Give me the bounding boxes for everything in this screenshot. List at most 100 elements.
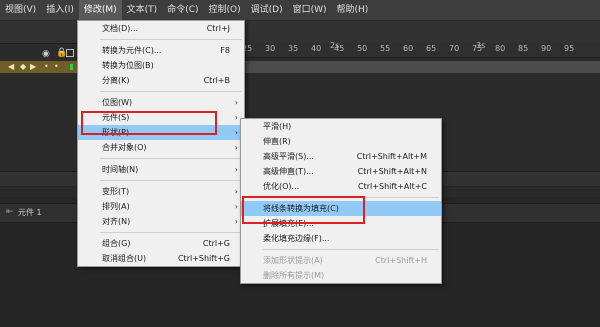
menu-item[interactable]: 位图(W) › [78, 95, 244, 110]
menu-control[interactable]: 控制(O) [204, 0, 246, 20]
frame-ruler[interactable]: 25 30 35 40 45 50 55 60 65 70 75 80 85 9… [240, 43, 600, 58]
menu-item-label: 文档(D)... [102, 24, 139, 33]
menu-item-label: 高级伸直(T)... [263, 167, 314, 176]
menu-item-label: 合并对象(O) [102, 143, 147, 152]
menu-separator [100, 232, 242, 233]
menu-window[interactable]: 窗口(W) [288, 0, 332, 20]
menu-item[interactable]: 优化(O)... Ctrl+Shift+Alt+C [241, 179, 441, 194]
menu-item[interactable]: 转换为元件(C)... F8 [78, 43, 244, 58]
menu-separator [263, 197, 439, 198]
chevron-right-icon: › [234, 98, 238, 107]
menu-item[interactable]: 时间轴(N) › [78, 162, 244, 177]
menu-item[interactable]: 转换为位图(B) [78, 58, 244, 73]
ruler-label: 90 [541, 44, 552, 53]
menu-text[interactable]: 文本(T) [122, 0, 163, 20]
ruler-label: 65 [426, 44, 437, 53]
layer-next-icon: ▶ [30, 62, 37, 71]
menu-item-label: 伸直(R) [263, 137, 291, 146]
menu-item[interactable]: 排列(A) › [78, 199, 244, 214]
menu-item-label: 变形(T) [102, 187, 130, 196]
chevron-right-icon: › [234, 217, 238, 226]
layer-frames[interactable] [240, 61, 600, 73]
ruler-label: 30 [265, 44, 276, 53]
menu-item-label: 添加形状提示(A) [263, 256, 323, 265]
ruler-label: 70 [449, 44, 460, 53]
menu-item[interactable]: 对齐(N) › [78, 214, 244, 229]
ruler-label: 95 [564, 44, 575, 53]
menu-item[interactable]: 伸直(R) [241, 134, 441, 149]
menu-item-shortcut: Ctrl+B [203, 76, 230, 85]
menu-item[interactable]: 组合(G) Ctrl+G [78, 236, 244, 251]
menu-item-shortcut: Ctrl+Shift+G [177, 254, 230, 263]
menu-separator [100, 180, 242, 181]
layer-dot-icon: • [44, 62, 49, 71]
menubar: 视图(V) 插入(I) 修改(M) 文本(T) 命令(C) 控制(O) 调试(D… [0, 0, 600, 21]
menu-separator [100, 158, 242, 159]
menu-modify[interactable]: 修改(M) [78, 0, 122, 20]
menu-help[interactable]: 帮助(H) [332, 0, 374, 20]
menu-item[interactable]: 取消组合(U) Ctrl+Shift+G [78, 251, 244, 266]
chevron-right-icon: › [234, 113, 238, 122]
menu-separator [100, 39, 242, 40]
ruler-label: 35 [288, 44, 299, 53]
outline-icon[interactable] [66, 49, 74, 57]
menu-item-label: 排列(A) [102, 202, 130, 211]
menu-item-label: 删除所有提示(M) [263, 271, 325, 280]
modify-menu: 文档(D)... Ctrl+J 转换为元件(C)... F8 转换为位图(B) 分离(K)… [77, 20, 245, 267]
scene-breadcrumb[interactable]: 元件 1 [18, 207, 42, 218]
menu-item[interactable]: 形状(P) › [78, 125, 244, 140]
menu-item[interactable]: 合并对象(O) › [78, 140, 244, 155]
menu-item-label: 平滑(H) [263, 122, 292, 131]
menu-item-label: 柔化填充边缘(F)... [263, 234, 330, 243]
menu-item-shortcut: Ctrl+Shift+Alt+N [357, 167, 427, 176]
menu-item[interactable]: 扩展填充(E)... [241, 216, 441, 231]
ruler-seconds-label: 3s [476, 41, 486, 50]
ruler-label: 85 [518, 44, 529, 53]
menu-item-label: 位图(W) [102, 98, 133, 107]
chevron-right-icon: › [234, 202, 238, 211]
menu-item-shortcut: Ctrl+Shift+Alt+C [358, 182, 427, 191]
menu-item-label: 优化(O)... [263, 182, 300, 191]
menu-item[interactable]: 高级平滑(S)... Ctrl+Shift+Alt+M [241, 149, 441, 164]
menu-debug[interactable]: 调试(D) [246, 0, 288, 20]
menu-item-label: 将线条转换为填充(C) [263, 204, 339, 213]
ruler-label: 40 [311, 44, 322, 53]
menu-item-label: 对齐(N) [102, 217, 131, 226]
ruler-seconds-label: 2s [330, 41, 340, 50]
menu-item[interactable]: 将线条转换为填充(C) [241, 201, 441, 216]
back-arrow-icon[interactable]: ⇤ [6, 207, 14, 217]
menu-command[interactable]: 命令(C) [162, 0, 203, 20]
ruler-label: 60 [403, 44, 414, 53]
menu-separator [100, 91, 242, 92]
layer-keyframe-icon: ◆ [20, 62, 27, 71]
menu-item-label: 高级平滑(S)... [263, 152, 314, 161]
menu-insert[interactable]: 插入(I) [41, 0, 79, 20]
eye-icon[interactable]: ◉ [42, 49, 50, 59]
menu-item[interactable]: 高级伸直(T)... Ctrl+Shift+Alt+N [241, 164, 441, 179]
menu-item-shortcut: Ctrl+Shift+H [375, 256, 427, 265]
menu-item-label: 时间轴(N) [102, 165, 139, 174]
menu-item[interactable]: 分离(K) Ctrl+B [78, 73, 244, 88]
menu-item[interactable]: 元件(S) › [78, 110, 244, 125]
menu-item-label: 分离(K) [102, 76, 130, 85]
menu-item: 删除所有提示(M) [241, 268, 441, 283]
menu-item-label: 转换为位图(B) [102, 61, 154, 70]
menu-item-shortcut: F8 [220, 46, 230, 55]
menu-item-label: 组合(G) [102, 239, 131, 248]
menu-item-label: 元件(S) [102, 113, 130, 122]
chevron-right-icon: › [234, 128, 238, 137]
menu-view[interactable]: 视图(V) [0, 0, 41, 20]
layer-arrow-icon: ◀ [8, 62, 15, 71]
menu-item-shortcut: Ctrl+J [206, 24, 230, 33]
layer-lock-dot-icon: • [54, 62, 59, 71]
menu-item[interactable]: 平滑(H) [241, 119, 441, 134]
menu-item-shortcut: Ctrl+G [202, 239, 230, 248]
menu-item[interactable]: 文档(D)... Ctrl+J [78, 21, 244, 36]
menu-item[interactable]: 柔化填充边缘(F)... [241, 231, 441, 246]
shape-submenu: 平滑(H) 伸直(R) 高级平滑(S)... Ctrl+Shift+Alt+M 高级伸直… [240, 118, 442, 284]
menu-item[interactable]: 变形(T) › [78, 184, 244, 199]
menu-separator [263, 249, 439, 250]
ruler-label: 55 [380, 44, 391, 53]
menu-item-label: 扩展填充(E)... [263, 219, 314, 228]
menu-item: 添加形状提示(A) Ctrl+Shift+H [241, 253, 441, 268]
